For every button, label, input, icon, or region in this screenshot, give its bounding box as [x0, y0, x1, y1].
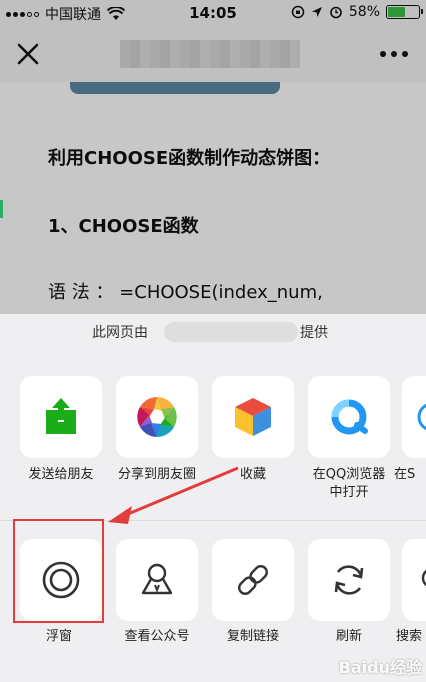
refresh-label: 刷新	[335, 629, 362, 644]
highlight-box	[13, 519, 104, 623]
link-icon	[238, 565, 268, 595]
floating-window-label: 浮窗	[46, 629, 73, 644]
copy-link-button[interactable]	[212, 539, 294, 621]
refresh-button[interactable]	[308, 539, 390, 621]
search-button[interactable]	[402, 539, 426, 621]
provider-name-masked	[164, 322, 298, 342]
profile-icon	[141, 563, 173, 595]
favorite-button[interactable]	[212, 376, 294, 458]
send-to-friend-button[interactable]	[20, 376, 102, 458]
view-official-account-label: 查看公众号	[124, 629, 190, 644]
open-safari-button[interactable]	[402, 376, 426, 458]
provider-suffix: 提供	[300, 325, 328, 341]
watermark: Baidu经验	[338, 658, 422, 677]
copy-link-label: 复制链接	[226, 629, 279, 644]
search-icon	[421, 569, 426, 587]
refresh-icon	[334, 565, 364, 595]
accent-bar	[0, 200, 3, 218]
open-qq-browser-button[interactable]	[308, 376, 390, 458]
share-sheet: 此网页由 提供 发送给朋友 分享到朋友圈 收藏 在QQ浏览器 中打开 在S 浮窗…	[0, 314, 426, 682]
qq-browser-icon	[331, 399, 368, 435]
open-safari-label: 在S	[394, 467, 416, 482]
share-moments-label: 分享到朋友圈	[117, 467, 196, 482]
provider-line: 此网页由 提供	[0, 322, 426, 344]
share-moments-button[interactable]	[116, 376, 198, 458]
send-to-friend-label: 发送给朋友	[28, 467, 94, 482]
favorite-cube-icon	[235, 398, 271, 436]
view-official-account-button[interactable]	[116, 539, 198, 621]
search-label: 搜索	[396, 629, 423, 644]
moments-icon	[137, 397, 177, 437]
safari-icon	[417, 403, 426, 431]
favorite-label: 收藏	[239, 467, 266, 482]
provider-prefix: 此网页由	[92, 325, 148, 341]
share-arrow-icon	[46, 398, 76, 434]
open-qq-browser-label: 在QQ浏览器 中打开	[312, 467, 386, 500]
dim-overlay[interactable]	[0, 0, 426, 314]
